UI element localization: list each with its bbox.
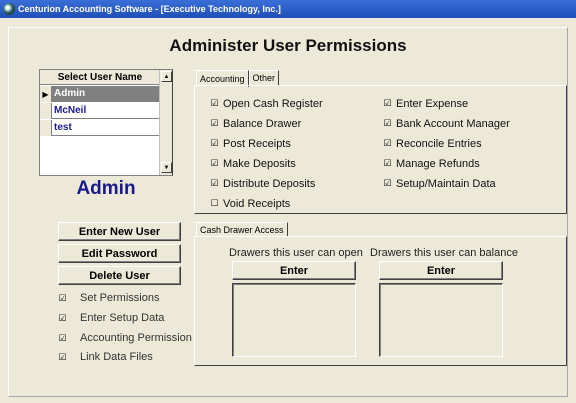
scroll-down-icon[interactable]: ▼	[161, 162, 172, 173]
perm-label: Reconcile Entries	[396, 137, 482, 150]
perm-post-receipts[interactable]: ☑ Post Receipts	[210, 137, 291, 150]
edit-password-button[interactable]: Edit Password	[58, 244, 181, 263]
checkbox-checked-icon[interactable]: ☑	[58, 313, 67, 323]
perm-label: Open Cash Register	[223, 97, 323, 110]
checkbox-checked-icon[interactable]: ☑	[383, 119, 392, 128]
perm-label: Balance Drawer	[223, 117, 302, 130]
user-row-test[interactable]: test	[40, 120, 160, 136]
row-selector-icon: ▶	[40, 86, 52, 102]
perm-label: Void Receipts	[223, 197, 291, 210]
option-accounting-permission[interactable]: ☑ Accounting Permission	[58, 331, 192, 345]
perm-open-cash-register[interactable]: ☑ Open Cash Register	[210, 97, 323, 110]
row-selector	[40, 120, 52, 136]
perm-label: Distribute Deposits	[223, 177, 316, 190]
checkbox-checked-icon[interactable]: ☑	[210, 159, 219, 168]
tab-other[interactable]: Other	[248, 70, 280, 86]
checkbox-checked-icon[interactable]: ☑	[383, 99, 392, 108]
option-label: Link Data Files	[80, 351, 153, 363]
permission-tabs: Accounting Other	[196, 70, 280, 87]
checkbox-checked-icon[interactable]: ☑	[58, 333, 67, 343]
enter-balance-drawers-button[interactable]: Enter	[379, 261, 503, 280]
checkbox-checked-icon[interactable]: ☑	[210, 99, 219, 108]
perm-label: Post Receipts	[223, 137, 291, 150]
user-list-header: Select User Name	[40, 70, 160, 85]
perm-bank-account-manager[interactable]: ☑ Bank Account Manager	[383, 117, 510, 130]
perm-enter-expense[interactable]: ☑ Enter Expense	[383, 97, 468, 110]
tab-cash-drawer-access[interactable]: Cash Drawer Access	[196, 222, 288, 237]
delete-user-button[interactable]: Delete User	[58, 266, 181, 285]
checkbox-checked-icon[interactable]: ☑	[383, 159, 392, 168]
user-name[interactable]: test	[52, 120, 160, 136]
checkbox-checked-icon[interactable]: ☑	[210, 139, 219, 148]
user-row-admin[interactable]: ▶ Admin	[40, 86, 160, 102]
perm-reconcile-entries[interactable]: ☑ Reconcile Entries	[383, 137, 482, 150]
checkbox-checked-icon[interactable]: ☑	[383, 139, 392, 148]
drawers-open-label: Drawers this user can open	[229, 247, 363, 259]
title-bar: Centurion Accounting Software - [Executi…	[0, 0, 576, 18]
balance-drawers-list[interactable]	[379, 283, 503, 357]
option-set-permissions[interactable]: ☑ Set Permissions	[58, 291, 159, 305]
checkbox-unchecked-icon[interactable]: ☐	[210, 199, 219, 208]
app-icon	[3, 3, 15, 15]
perm-void-receipts[interactable]: ☐ Void Receipts	[210, 197, 290, 210]
option-label: Enter Setup Data	[80, 312, 165, 324]
perm-label: Bank Account Manager	[396, 117, 510, 130]
enter-new-user-button[interactable]: Enter New User	[58, 222, 181, 241]
perm-label: Enter Expense	[396, 97, 469, 110]
checkbox-checked-icon[interactable]: ☑	[58, 293, 67, 303]
enter-open-drawers-button[interactable]: Enter	[232, 261, 356, 280]
option-label: Accounting Permission	[80, 332, 192, 344]
row-selector	[40, 103, 52, 119]
option-link-data-files[interactable]: ☑ Link Data Files	[58, 350, 153, 364]
option-label: Set Permissions	[80, 292, 160, 304]
perm-balance-drawer[interactable]: ☑ Balance Drawer	[210, 117, 301, 130]
page-title: Administer User Permissions	[169, 36, 407, 55]
checkbox-checked-icon[interactable]: ☑	[210, 119, 219, 128]
perm-label: Make Deposits	[223, 157, 296, 170]
user-name[interactable]: Admin	[52, 86, 160, 102]
perm-distribute-deposits[interactable]: ☑ Distribute Deposits	[210, 177, 315, 190]
scroll-up-icon[interactable]: ▲	[161, 71, 172, 82]
perm-setup-maintain-data[interactable]: ☑ Setup/Maintain Data	[383, 177, 496, 190]
option-enter-setup-data[interactable]: ☑ Enter Setup Data	[58, 311, 164, 325]
perm-make-deposits[interactable]: ☑ Make Deposits	[210, 157, 296, 170]
checkbox-checked-icon[interactable]: ☑	[383, 179, 392, 188]
checkbox-checked-icon[interactable]: ☑	[210, 179, 219, 188]
window-title: Centurion Accounting Software - [Executi…	[18, 4, 281, 14]
perm-label: Manage Refunds	[396, 157, 480, 170]
user-name[interactable]: McNeil	[52, 103, 160, 119]
checkbox-checked-icon[interactable]: ☑	[58, 352, 67, 362]
user-row-mcneil[interactable]: McNeil	[40, 103, 160, 119]
open-drawers-list[interactable]	[232, 283, 356, 357]
drawers-balance-label: Drawers this user can balance	[370, 247, 518, 259]
selected-user-name: Admin	[76, 178, 136, 199]
user-list[interactable]: Select User Name ▶ Admin McNeil test ▲ ▼	[39, 69, 173, 176]
user-list-scrollbar[interactable]: ▲ ▼	[159, 70, 172, 175]
perm-label: Setup/Maintain Data	[396, 177, 496, 190]
perm-manage-refunds[interactable]: ☑ Manage Refunds	[383, 157, 480, 170]
